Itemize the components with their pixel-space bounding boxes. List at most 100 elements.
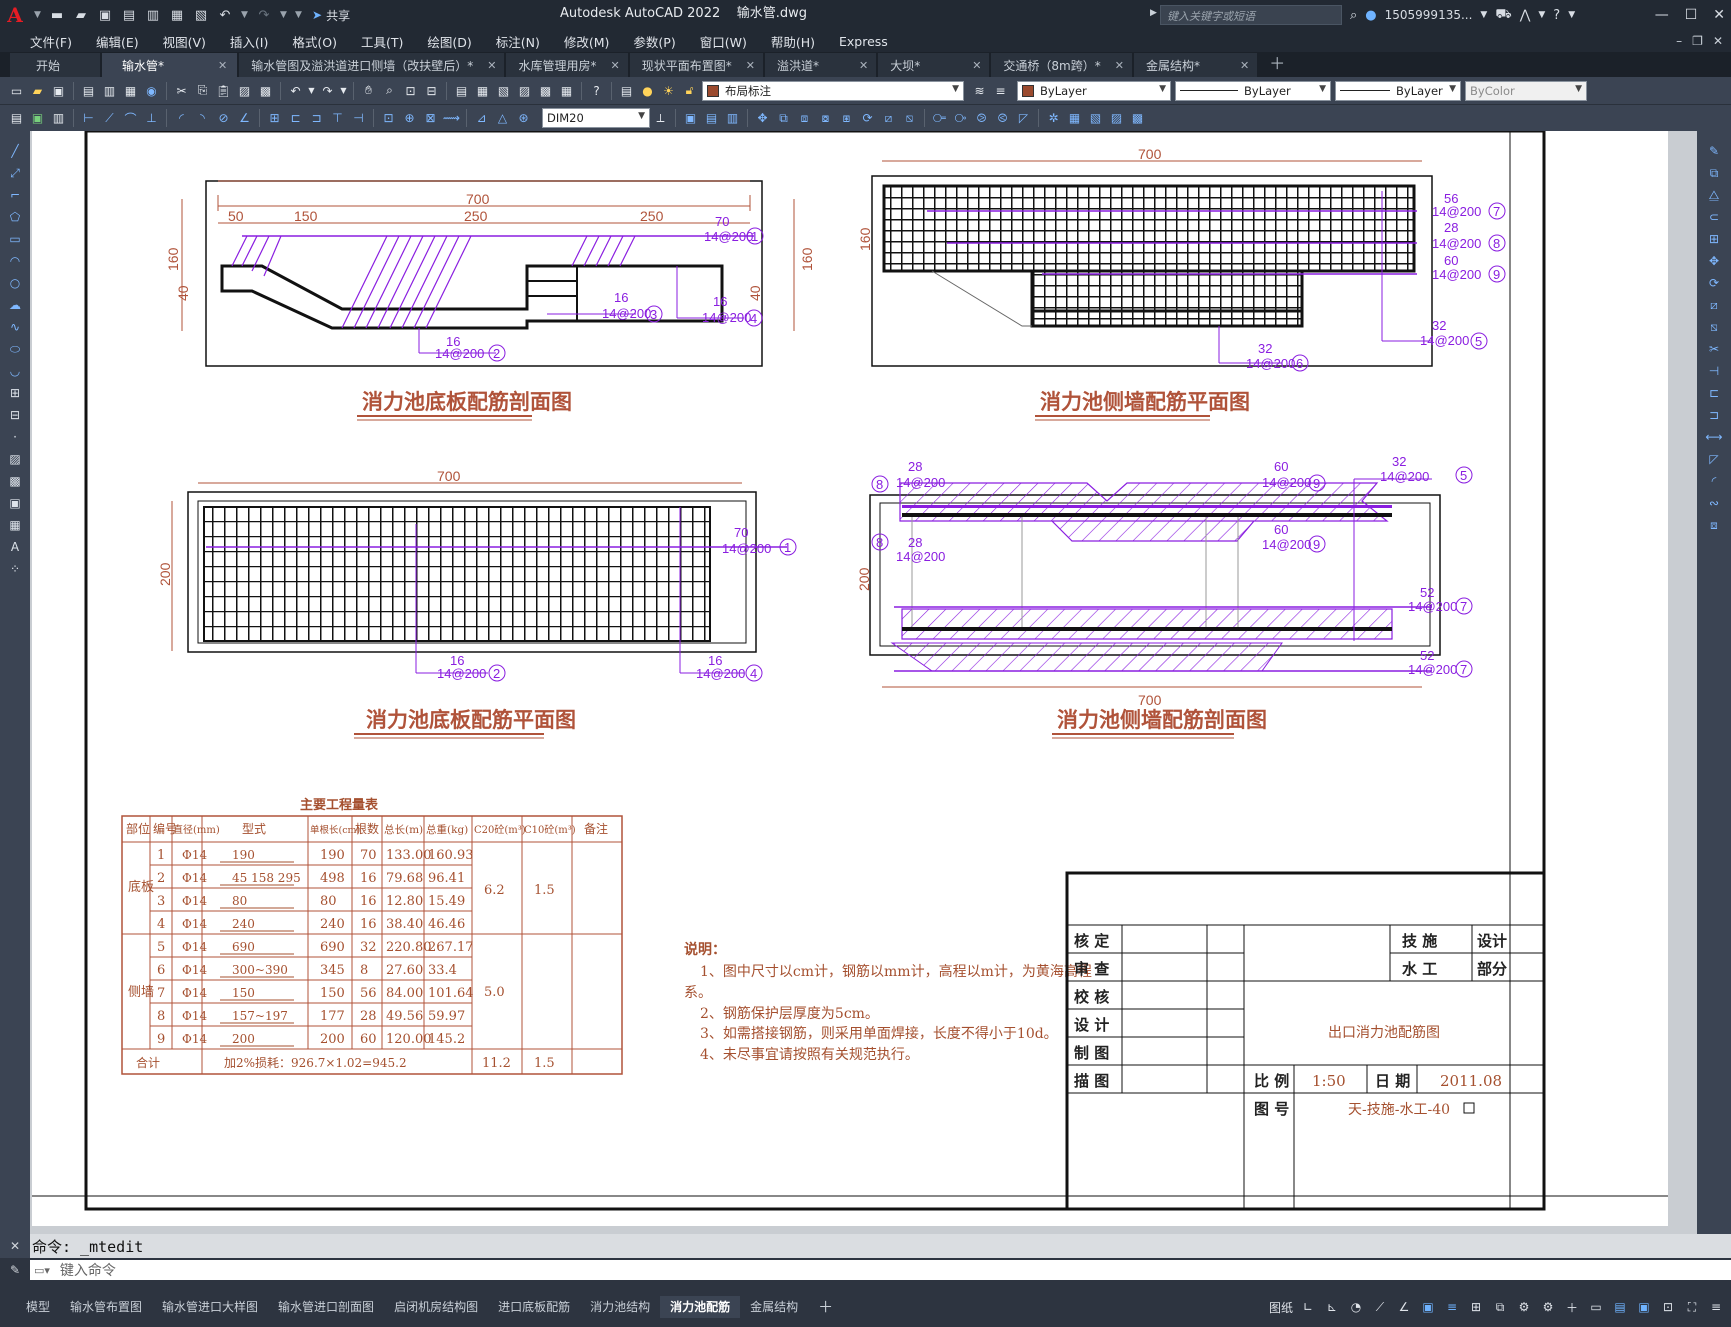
layout-tab[interactable]: 输水管进口大样图 xyxy=(152,1296,268,1318)
isolate-objects-icon[interactable]: ▣ xyxy=(1635,1298,1653,1316)
explode-icon[interactable]: ✲ xyxy=(1044,109,1063,128)
plotstyle-combo[interactable]: ByColor ▼ xyxy=(1465,80,1587,101)
file-tab-start[interactable]: 开始 xyxy=(10,53,101,77)
layer-states-icon[interactable]: ▥ xyxy=(49,109,68,128)
explode-icon[interactable]: ⧈ xyxy=(1704,515,1724,535)
layout-tab[interactable]: 金属结构 xyxy=(740,1296,808,1318)
redo-dropdown-icon[interactable]: ▼ xyxy=(339,81,348,100)
layer-previous-icon[interactable]: ≡ xyxy=(991,81,1010,100)
chamfer-icon[interactable]: ◸ xyxy=(1704,449,1724,469)
close-tab-icon[interactable]: ✕ xyxy=(859,59,868,72)
snap-mode-icon[interactable]: ∟ xyxy=(1299,1298,1317,1316)
tolerance-icon[interactable]: ⊡ xyxy=(379,109,398,128)
search-icon[interactable]: ⌕ xyxy=(1350,8,1357,23)
user-icon[interactable]: ● xyxy=(1365,8,1376,23)
copy-icon[interactable]: ⎘ xyxy=(193,81,212,100)
ortho-icon[interactable]: ⊾ xyxy=(1323,1298,1341,1316)
isodraft-icon[interactable]: ⟋ xyxy=(1371,1298,1389,1316)
new-file-icon[interactable]: ▬ xyxy=(47,5,67,25)
block-editor-icon[interactable]: ▩ xyxy=(256,81,275,100)
dimension-style-icon[interactable]: ⟂ xyxy=(651,109,670,128)
break-icon[interactable]: ⊐ xyxy=(1704,405,1724,425)
autodesk-a360-icon[interactable]: ⋀ xyxy=(1520,8,1531,23)
center-mark-icon[interactable]: ⊕ xyxy=(400,109,419,128)
help-icon[interactable]: ? xyxy=(1553,8,1560,23)
copy-base-icon[interactable]: ▤ xyxy=(702,109,721,128)
inspection-icon[interactable]: ⊠ xyxy=(421,109,440,128)
match-properties-icon[interactable]: ▨ xyxy=(235,81,254,100)
publish-icon[interactable]: ▦ xyxy=(121,81,140,100)
doc-minimize-icon[interactable]: – xyxy=(1676,34,1682,48)
trim-icon[interactable]: ✂ xyxy=(1704,339,1724,359)
command-input[interactable]: ▭▾ 键入命令 xyxy=(30,1260,1731,1280)
zoom-window-icon[interactable]: ⊡ xyxy=(401,81,420,100)
redo-dropdown-icon[interactable]: ▼ xyxy=(278,5,289,25)
import-icon[interactable]: ▥ xyxy=(143,5,163,25)
file-tab[interactable]: 溢洪道* ✕ xyxy=(764,53,877,77)
plot-icon[interactable]: ▤ xyxy=(79,81,98,100)
doc-close-icon[interactable]: ✕ xyxy=(1713,34,1723,48)
add-layout-icon[interactable]: ＋ xyxy=(808,1296,843,1318)
markup-icon[interactable]: ▩ xyxy=(536,81,555,100)
move-icon[interactable]: ✥ xyxy=(1704,251,1724,271)
spline-icon[interactable]: ∿ xyxy=(5,317,25,337)
polygon-icon[interactable]: ⬠ xyxy=(5,207,25,227)
save-workspace-icon[interactable]: ▣ xyxy=(28,109,47,128)
region-icon[interactable]: ▣ xyxy=(5,493,25,513)
angular-dimension-icon[interactable]: ∠ xyxy=(235,109,254,128)
mirror-icon[interactable]: ⧈ xyxy=(795,109,814,128)
dimension-break-icon[interactable]: ⊣ xyxy=(349,109,368,128)
cut-icon[interactable]: ✂ xyxy=(172,81,191,100)
layout-tab[interactable]: 输水管布置图 xyxy=(60,1296,152,1318)
layout-tab-model[interactable]: 模型 xyxy=(16,1296,60,1318)
workspace-icon[interactable]: ▤ xyxy=(7,109,26,128)
rotate-icon[interactable]: ⟳ xyxy=(858,109,877,128)
extend-icon[interactable]: ⊣ xyxy=(1704,361,1724,381)
calculator-icon[interactable]: ▦ xyxy=(557,81,576,100)
move-icon[interactable]: ✥ xyxy=(753,109,772,128)
stretch-icon[interactable]: ⧅ xyxy=(900,109,919,128)
undo-icon[interactable]: ↶ xyxy=(286,81,305,100)
redo-icon[interactable]: ↷ xyxy=(254,5,274,25)
point-icon[interactable]: · xyxy=(5,427,25,447)
qnew-icon[interactable]: ▭ xyxy=(7,81,26,100)
array-icon[interactable]: ⊞ xyxy=(1704,229,1724,249)
object-snap-icon[interactable]: ▣ xyxy=(1419,1298,1437,1316)
paste-block-icon[interactable]: ▥ xyxy=(723,109,742,128)
lineweight-icon[interactable]: ≡ xyxy=(1443,1298,1461,1316)
close-tab-icon[interactable]: ✕ xyxy=(746,59,755,72)
quick-dimension-icon[interactable]: ⊞ xyxy=(265,109,284,128)
array-icon[interactable]: ⧆ xyxy=(837,109,856,128)
app-menu-dropdown-icon[interactable]: ▼ xyxy=(32,5,43,25)
dimension-update-icon[interactable]: ⊛ xyxy=(514,109,533,128)
plot-icon[interactable]: ▧ xyxy=(191,5,211,25)
add-selected-icon[interactable]: ⁘ xyxy=(5,559,25,579)
join-icon[interactable]: ⧀ xyxy=(993,109,1012,128)
redo-icon[interactable]: ↷ xyxy=(318,81,337,100)
lineweight-combo[interactable]: ByLayer ▼ xyxy=(1335,80,1461,101)
maximize-icon[interactable]: ☐ xyxy=(1685,7,1698,23)
erase-icon[interactable]: ✎ xyxy=(1704,141,1724,161)
copy-clip-icon[interactable]: ▣ xyxy=(681,109,700,128)
rotate-icon[interactable]: ⟳ xyxy=(1704,273,1724,293)
drawing-canvas[interactable]: 700 50 150 250 250 160 40 160 40 70 14@2… xyxy=(30,131,1697,1234)
gradient-icon[interactable]: ▩ xyxy=(5,471,25,491)
menu-modify[interactable]: 修改(M) xyxy=(552,32,622,51)
annotation-scale-icon[interactable]: ⚙︎ xyxy=(1515,1298,1533,1316)
doc-restore-icon[interactable]: ❐ xyxy=(1692,34,1703,48)
menu-parametric[interactable]: 参数(P) xyxy=(621,32,687,51)
ellipse-icon[interactable]: ⬭ xyxy=(5,339,25,359)
units-icon[interactable]: ▭ xyxy=(1587,1298,1605,1316)
grip-handle[interactable] xyxy=(1463,1102,1475,1114)
file-tab-active[interactable]: 输水管* ✕ xyxy=(102,53,238,77)
copy-object-icon[interactable]: ⧉ xyxy=(1704,163,1724,183)
layer-properties-icon[interactable]: ▤ xyxy=(617,81,636,100)
search-input[interactable]: 键入关键字或短语 xyxy=(1160,5,1342,25)
zoom-realtime-icon[interactable]: ⌕ xyxy=(380,81,399,100)
fillet-icon[interactable]: ◜ xyxy=(1704,471,1724,491)
rectangle-icon[interactable]: ▭ xyxy=(5,229,25,249)
jogged-dimension-icon[interactable]: ◝ xyxy=(193,109,212,128)
hardware-acceleration-icon[interactable]: ⊡ xyxy=(1659,1298,1677,1316)
break-icon[interactable]: ⧁ xyxy=(972,109,991,128)
help-icon[interactable]: ? xyxy=(587,81,606,100)
